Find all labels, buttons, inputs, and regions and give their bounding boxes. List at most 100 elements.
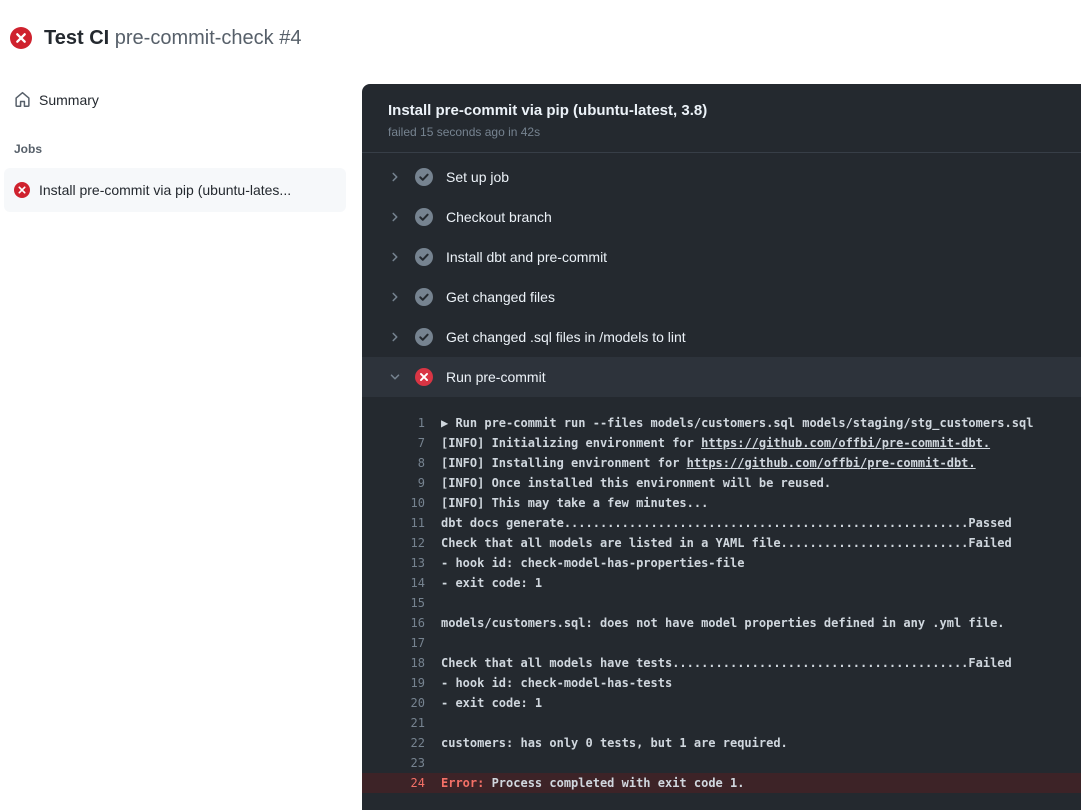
log-line-number[interactable]: 13 bbox=[362, 553, 425, 573]
log-text-segment: Check that all models have tests........… bbox=[441, 656, 1012, 670]
step-row[interactable]: Checkout branch bbox=[362, 197, 1081, 237]
steps-list: Set up job Checkout branch bbox=[362, 153, 1081, 397]
step-row[interactable]: Run pre-commit bbox=[362, 357, 1081, 397]
log-text-segment: dbt docs generate.......................… bbox=[441, 516, 1012, 530]
log-line: 21 bbox=[362, 713, 1081, 733]
log-line-number[interactable]: 23 bbox=[362, 753, 425, 773]
log-text-segment: - exit code: 1 bbox=[441, 576, 542, 590]
log-line-number[interactable]: 8 bbox=[362, 453, 425, 473]
log-line-number[interactable]: 24 bbox=[362, 773, 425, 793]
x-circle-icon bbox=[415, 368, 433, 386]
log-text-segment: ▶ Run pre-commit run --files models/cust… bbox=[441, 416, 1033, 430]
log-line: 16 models/customers.sql: does not have m… bbox=[362, 613, 1081, 633]
log-line-number[interactable]: 20 bbox=[362, 693, 425, 713]
log-line: 15 bbox=[362, 593, 1081, 613]
log-line-number[interactable]: 7 bbox=[362, 433, 425, 453]
log-lines: 1 ▶ Run pre-commit run --files models/cu… bbox=[362, 397, 1081, 793]
log-text-segment: [INFO] Installing environment for bbox=[441, 456, 687, 470]
log-line-number[interactable]: 21 bbox=[362, 713, 425, 733]
log-line-number[interactable]: 9 bbox=[362, 473, 425, 493]
log-line: 11 dbt docs generate....................… bbox=[362, 513, 1081, 533]
chevron-down-icon bbox=[388, 370, 402, 384]
log-line-text bbox=[425, 713, 1081, 733]
log-line-text: [INFO] Installing environment for https:… bbox=[425, 453, 1081, 473]
run-title: pre-commit-check #4 bbox=[115, 27, 302, 49]
log-line: 8 [INFO] Installing environment for http… bbox=[362, 453, 1081, 473]
log-text-segment: [INFO] Once installed this environment w… bbox=[441, 476, 831, 490]
check-circle-icon bbox=[415, 288, 433, 306]
log-line: 17 bbox=[362, 633, 1081, 653]
log-line: 13 - hook id: check-model-has-properties… bbox=[362, 553, 1081, 573]
step-row[interactable]: Set up job bbox=[362, 157, 1081, 197]
log-line: 20 - exit code: 1 bbox=[362, 693, 1081, 713]
jobs-section-label: Jobs bbox=[0, 142, 362, 156]
job-log-panel: Install pre-commit via pip (ubuntu-lates… bbox=[362, 84, 1081, 810]
x-circle-icon bbox=[14, 182, 30, 198]
log-line-number[interactable]: 16 bbox=[362, 613, 425, 633]
log-line-number[interactable]: 15 bbox=[362, 593, 425, 613]
log-text-segment: - exit code: 1 bbox=[441, 696, 542, 710]
chevron-right-icon bbox=[388, 170, 402, 184]
log-line-number[interactable]: 11 bbox=[362, 513, 425, 533]
log-line-text: [INFO] This may take a few minutes... bbox=[425, 493, 1081, 513]
summary-label: Summary bbox=[39, 92, 99, 108]
check-circle-icon bbox=[415, 208, 433, 226]
log-text-segment: Check that all models are listed in a YA… bbox=[441, 536, 1012, 550]
log-line-text: [INFO] Initializing environment for http… bbox=[425, 433, 1081, 453]
check-circle-icon bbox=[415, 168, 433, 186]
job-status-summary: failed 15 seconds ago in 42s bbox=[388, 125, 1055, 139]
log-line-text bbox=[425, 753, 1081, 773]
log-text-segment: customers: has only 0 tests, but 1 are r… bbox=[441, 736, 788, 750]
step-row[interactable]: Get changed files bbox=[362, 277, 1081, 317]
log-line-number[interactable]: 18 bbox=[362, 653, 425, 673]
log-line-text: models/customers.sql: does not have mode… bbox=[425, 613, 1081, 633]
log-line: 14 - exit code: 1 bbox=[362, 573, 1081, 593]
log-line-text: - hook id: check-model-has-properties-fi… bbox=[425, 553, 1081, 573]
log-line-number[interactable]: 1 bbox=[362, 413, 425, 433]
step-label: Get changed .sql files in /models to lin… bbox=[446, 329, 686, 345]
step-row[interactable]: Get changed .sql files in /models to lin… bbox=[362, 317, 1081, 357]
chevron-right-icon bbox=[388, 210, 402, 224]
log-text-segment: - hook id: check-model-has-properties-fi… bbox=[441, 556, 744, 570]
log-line-number[interactable]: 22 bbox=[362, 733, 425, 753]
run-header: Test CI pre-commit-check #4 bbox=[0, 0, 362, 75]
log-link[interactable]: https://github.com/offbi/pre-commit-dbt. bbox=[701, 436, 990, 450]
workflow-name: Test CI bbox=[44, 27, 109, 49]
log-line-number[interactable]: 19 bbox=[362, 673, 425, 693]
page-title: Test CI pre-commit-check #4 bbox=[44, 26, 301, 50]
log-link[interactable]: https://github.com/offbi/pre-commit-dbt. bbox=[687, 456, 976, 470]
sidebar: Summary Jobs Install pre-commit via pip … bbox=[0, 75, 362, 810]
log-line: 12 Check that all models are listed in a… bbox=[362, 533, 1081, 553]
step-label: Set up job bbox=[446, 169, 509, 185]
step-row[interactable]: Install dbt and pre-commit bbox=[362, 237, 1081, 277]
log-line-text: - exit code: 1 bbox=[425, 573, 1081, 593]
step-label: Install dbt and pre-commit bbox=[446, 249, 607, 265]
log-line-text: customers: has only 0 tests, but 1 are r… bbox=[425, 733, 1081, 753]
log-line-number[interactable]: 12 bbox=[362, 533, 425, 553]
log-line: 7 [INFO] Initializing environment for ht… bbox=[362, 433, 1081, 453]
log-line-text: - exit code: 1 bbox=[425, 693, 1081, 713]
home-icon bbox=[14, 91, 31, 108]
log-line-text: Error: Process completed with exit code … bbox=[425, 773, 1081, 793]
log-line-number[interactable]: 10 bbox=[362, 493, 425, 513]
log-line: 18 Check that all models have tests.....… bbox=[362, 653, 1081, 673]
log-line: 24 Error: Process completed with exit co… bbox=[362, 773, 1081, 793]
log-line-text: Check that all models have tests........… bbox=[425, 653, 1081, 673]
sidebar-job-item[interactable]: Install pre-commit via pip (ubuntu-lates… bbox=[4, 168, 346, 212]
sidebar-item-summary[interactable]: Summary bbox=[0, 83, 362, 116]
log-text-segment: models/customers.sql: does not have mode… bbox=[441, 616, 1005, 630]
log-error-label: Error: bbox=[441, 776, 492, 790]
log-text-segment: - hook id: check-model-has-tests bbox=[441, 676, 672, 690]
job-label: Install pre-commit via pip (ubuntu-lates… bbox=[39, 182, 291, 198]
chevron-right-icon bbox=[388, 250, 402, 264]
log-line-number[interactable]: 14 bbox=[362, 573, 425, 593]
log-line-number[interactable]: 17 bbox=[362, 633, 425, 653]
check-circle-icon bbox=[415, 328, 433, 346]
job-panel-header: Install pre-commit via pip (ubuntu-lates… bbox=[362, 84, 1081, 153]
log-text-segment: [INFO] This may take a few minutes... bbox=[441, 496, 708, 510]
log-text-segment: Process completed with exit code 1. bbox=[492, 776, 745, 790]
step-label: Run pre-commit bbox=[446, 369, 546, 385]
log-text-segment: [INFO] Initializing environment for bbox=[441, 436, 701, 450]
log-line: 19 - hook id: check-model-has-tests bbox=[362, 673, 1081, 693]
log-line: 9 [INFO] Once installed this environment… bbox=[362, 473, 1081, 493]
